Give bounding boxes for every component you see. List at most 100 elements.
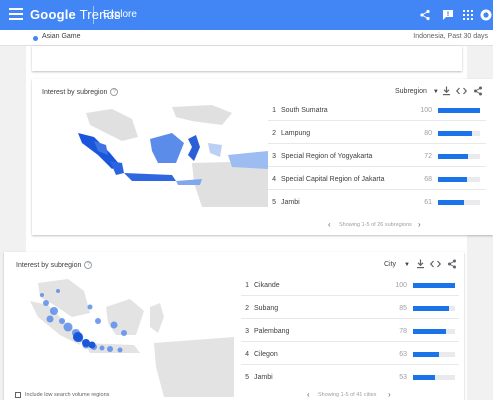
rank-number: 3 — [245, 328, 249, 335]
value-bar — [413, 329, 455, 334]
rank-number: 1 — [245, 282, 249, 289]
subregion-map[interactable] — [72, 103, 268, 207]
share-icon[interactable] — [447, 259, 457, 271]
region-name: Special Capital Region of Jakarta — [281, 176, 385, 183]
value-bar-fill — [413, 375, 436, 380]
page-title: Explore — [103, 9, 137, 20]
app-header: Google Trends Explore — [0, 0, 493, 30]
value-bar — [438, 177, 480, 182]
value-bar-fill — [413, 329, 446, 334]
region-value: 72 — [424, 153, 432, 160]
value-bar — [438, 200, 480, 205]
city-value: 85 — [399, 305, 407, 312]
value-bar-fill — [438, 108, 480, 113]
value-bar-fill — [413, 283, 455, 288]
city-value: 63 — [399, 351, 407, 358]
region-value: 100 — [420, 107, 432, 114]
list-item[interactable]: 4 Cilegon 63 — [241, 343, 459, 365]
help-icon[interactable]: ? — [84, 261, 93, 269]
list-item[interactable]: 3 Special Region of Yogyakarta 72 — [268, 145, 486, 167]
low-volume-checkbox[interactable] — [15, 392, 21, 398]
list-item[interactable]: 5 Jambi 53 — [241, 366, 459, 388]
value-bar — [438, 108, 480, 113]
rank-number: 2 — [272, 130, 276, 137]
resolution-dropdown[interactable]: Subregion ▼ — [395, 88, 439, 95]
term-color-dot — [33, 36, 38, 41]
list-item[interactable]: 2 Lampung 80 — [268, 122, 486, 144]
city-name: Cikande — [254, 282, 280, 289]
rank-number: 1 — [272, 107, 276, 114]
filter-summary: Indonesia, Past 30 days — [413, 33, 488, 40]
resolution-dropdown-value: City — [384, 261, 397, 268]
chevron-left-icon[interactable]: ‹ — [328, 220, 331, 229]
panel-title-text: Interest by subregion — [16, 261, 82, 269]
region-value: 68 — [424, 176, 432, 183]
header-divider — [93, 6, 94, 24]
value-bar — [438, 131, 480, 136]
chevron-right-icon[interactable]: › — [418, 220, 421, 229]
city-value: 53 — [399, 374, 407, 381]
city-name: Palembang — [254, 328, 290, 335]
value-bar — [413, 375, 455, 380]
city-map[interactable] — [24, 277, 234, 397]
interest-by-subregion-panel: Interest by subregion? Subregion ▼ 1 Sou… — [32, 79, 493, 235]
embed-icon[interactable] — [429, 259, 442, 271]
rank-number: 5 — [272, 199, 276, 206]
value-bar — [438, 154, 480, 159]
value-bar-fill — [438, 154, 469, 159]
embed-icon[interactable] — [455, 86, 468, 98]
region-name: Jambi — [281, 199, 300, 206]
previous-card-bottom — [32, 46, 462, 71]
account-icon[interactable] — [480, 8, 493, 22]
panel-title: Interest by subregion? — [16, 261, 93, 269]
list-item[interactable]: 1 South Sumatra 100 — [268, 99, 486, 121]
city-name: Cilegon — [254, 351, 278, 358]
value-bar-fill — [413, 352, 440, 357]
interest-by-city-panel: Interest by subregion? City ▼ 1 Cikande … — [4, 252, 464, 400]
resolution-dropdown[interactable]: City ▼ — [384, 261, 410, 268]
dropdown-arrow-icon: ▼ — [404, 262, 410, 268]
value-bar-fill — [438, 177, 467, 182]
list-item[interactable]: 5 Jambi 61 — [268, 191, 486, 213]
share-icon[interactable] — [473, 86, 483, 98]
menu-icon[interactable] — [9, 8, 23, 22]
list-item[interactable]: 4 Special Capital Region of Jakarta 68 — [268, 168, 486, 190]
feedback-icon[interactable] — [442, 8, 456, 22]
chevron-left-icon[interactable]: ‹ — [307, 390, 310, 399]
region-value: 80 — [424, 130, 432, 137]
panel-title-text: Interest by subregion — [42, 88, 108, 96]
value-bar — [413, 283, 455, 288]
value-bar-fill — [413, 306, 449, 311]
list-item[interactable]: 3 Palembang 78 — [241, 320, 459, 342]
pagination-text: Showing 1-5 of 41 cities — [318, 392, 377, 398]
city-value: 78 — [399, 328, 407, 335]
value-bar-fill — [438, 200, 464, 205]
rank-number: 4 — [272, 176, 276, 183]
rank-number: 3 — [272, 153, 276, 160]
chevron-right-icon[interactable]: › — [388, 390, 391, 399]
help-icon[interactable]: ? — [110, 88, 119, 96]
apps-icon[interactable] — [462, 8, 476, 22]
download-icon[interactable] — [442, 86, 451, 98]
search-term-bar: Asian Game Indonesia, Past 30 days — [0, 30, 493, 46]
value-bar-fill — [438, 131, 472, 136]
value-bar — [413, 352, 455, 357]
share-icon[interactable] — [419, 8, 433, 22]
region-name: Lampung — [281, 130, 311, 137]
panel-title: Interest by subregion? — [42, 88, 119, 96]
resolution-dropdown-value: Subregion — [395, 88, 427, 95]
list-item[interactable]: 2 Subang 85 — [241, 297, 459, 319]
region-name: South Sumatra — [281, 107, 328, 114]
search-term[interactable]: Asian Game — [42, 33, 81, 40]
ranked-list: 1 South Sumatra 100 2 Lampung 80 3 Speci… — [268, 99, 486, 215]
value-bar — [413, 306, 455, 311]
rank-number: 5 — [245, 374, 249, 381]
low-volume-checkbox-label[interactable]: Include low search volume regions — [25, 392, 109, 398]
rank-number: 2 — [245, 305, 249, 312]
ranked-list: 1 Cikande 100 2 Subang 85 3 Palembang 78… — [241, 274, 459, 390]
download-icon[interactable] — [416, 259, 425, 271]
brand-google: Google — [30, 7, 76, 22]
dropdown-arrow-icon: ▼ — [432, 89, 439, 95]
region-name: Special Region of Yogyakarta — [281, 153, 373, 160]
list-item[interactable]: 1 Cikande 100 — [241, 274, 459, 296]
